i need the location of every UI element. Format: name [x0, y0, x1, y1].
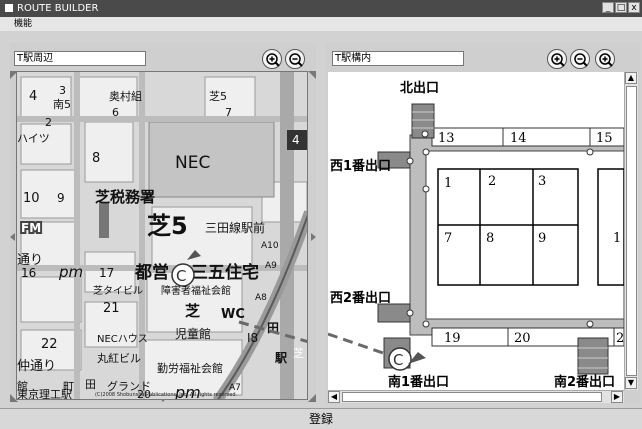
- save-button[interactable]: 登録: [0, 408, 642, 429]
- map-label: 都営: [134, 262, 169, 283]
- map-label: 駅: [274, 351, 288, 365]
- map-label: 16: [21, 266, 36, 280]
- map-label: A8: [255, 293, 267, 303]
- station-zoom-in-button[interactable]: [547, 49, 567, 69]
- cell-number: 1: [613, 231, 621, 246]
- right-location-field[interactable]: T駅構内: [332, 51, 464, 66]
- exit-label-west1: 西1番出口: [330, 158, 391, 174]
- map-label: 田: [85, 378, 96, 391]
- work-area: T駅周辺 4 3 南5 奥村組 芝5 7 6 2 ハイツ 8 NEC 10 9 …: [0, 31, 642, 408]
- cell-number: 1: [444, 176, 452, 191]
- pan-down-right-arrow: [308, 394, 316, 402]
- map-label: 児童館: [175, 326, 211, 341]
- map-label: FM: [21, 221, 41, 235]
- cell-number: 19: [444, 331, 461, 346]
- station-zoom-out-button[interactable]: [570, 49, 590, 69]
- cell-number: 9: [538, 231, 546, 246]
- station-horizontal-scrollbar[interactable]: ◀ ▶: [328, 390, 624, 403]
- minimize-button[interactable]: _: [602, 2, 614, 13]
- pan-left-arrow: [10, 233, 15, 241]
- map-view[interactable]: 4 3 南5 奥村組 芝5 7 6 2 ハイツ 8 NEC 10 9 芝税務署 …: [16, 71, 308, 400]
- station-floor-map[interactable]: 北出口 西1番出口 西2番出口 南1番出口 南2番出口 13 14 15 1 2…: [328, 72, 624, 390]
- cell-number: 3: [538, 174, 546, 189]
- map-label: 9: [57, 191, 65, 205]
- left-location-field[interactable]: T駅周辺: [14, 51, 146, 66]
- map-label: 6: [112, 106, 119, 119]
- cell-number: 2: [488, 174, 496, 189]
- map-label: 三五住宅: [191, 262, 259, 283]
- scroll-right-arrow[interactable]: ▶: [611, 391, 623, 403]
- map-label: 芝5: [209, 90, 227, 103]
- pan-up-right-arrow: [308, 71, 316, 79]
- zoom-in-icon: [266, 53, 280, 67]
- map-label: 17: [99, 266, 114, 280]
- map-label: 8: [92, 151, 100, 166]
- cell-number: 7: [444, 231, 452, 246]
- title-bar: ROUTE BUILDER _ □ x: [0, 0, 642, 17]
- exit-label-north: 北出口: [400, 80, 439, 96]
- zoom-out-icon: [574, 53, 588, 67]
- map-label: 勤労福祉会館: [157, 361, 223, 375]
- map-label: 3: [59, 84, 66, 97]
- map-label: ハイツ: [17, 132, 50, 145]
- map-label: 22: [41, 337, 58, 352]
- maximize-button[interactable]: □: [615, 2, 627, 13]
- window-title: ROUTE BUILDER: [17, 3, 99, 14]
- cell-number: 13: [438, 131, 455, 146]
- map-label: 4: [29, 89, 37, 104]
- map-label: 芝税務署: [95, 188, 155, 206]
- map-label: NECハウス: [97, 333, 148, 345]
- map-label: A10: [261, 241, 279, 251]
- scroll-up-arrow[interactable]: ▲: [625, 72, 637, 84]
- map-label: 芝: [293, 347, 304, 360]
- map-label: 東京理工駅: [17, 387, 72, 400]
- scroll-left-arrow[interactable]: ◀: [328, 391, 340, 403]
- map-label: 10: [23, 191, 40, 206]
- map-label: WC: [221, 307, 245, 322]
- map-label: 障害者福祉会館: [161, 284, 231, 297]
- cell-number: 8: [486, 231, 494, 246]
- scroll-thumb[interactable]: [342, 392, 602, 402]
- close-button[interactable]: x: [628, 2, 640, 13]
- zoom-out-icon: [289, 53, 303, 67]
- map-label: 21: [103, 301, 120, 316]
- map-label: 芝: [185, 302, 200, 320]
- map-label: 丸紅ビル: [97, 352, 141, 365]
- zoom-fit-icon: [599, 53, 613, 67]
- scroll-thumb[interactable]: [626, 86, 637, 376]
- station-vertical-scrollbar[interactable]: ▲ ▼: [624, 72, 638, 390]
- route-number-badge: 4: [292, 133, 300, 147]
- map-label: 7: [225, 106, 232, 119]
- cell-number: 20: [514, 331, 531, 346]
- map-label: 芝タイビル: [93, 284, 143, 297]
- zoom-out-button[interactable]: [285, 49, 305, 69]
- pan-right-arrow: [311, 233, 316, 241]
- app-icon: [5, 4, 13, 12]
- scroll-down-arrow[interactable]: ▼: [625, 377, 637, 389]
- cell-number: 2: [616, 331, 624, 346]
- marker-label: C: [176, 267, 186, 285]
- map-label: pm: [58, 263, 83, 281]
- map-label: 奥村組: [109, 89, 142, 103]
- map-copyright: (C)2008 Shobunsha Publications, Inc. All…: [95, 392, 238, 398]
- map-label: NEC: [175, 153, 210, 173]
- cell-number: 15: [596, 131, 613, 146]
- station-zoom-fit-button[interactable]: [595, 49, 615, 69]
- menu-bar: 機能: [0, 17, 642, 31]
- map-label: 三田線駅前: [205, 220, 265, 235]
- map-label: 仲通り: [17, 359, 56, 374]
- cell-number: 14: [510, 131, 527, 146]
- map-label: 芝5: [147, 212, 188, 240]
- map-label: 2: [45, 116, 52, 129]
- zoom-in-icon: [551, 53, 565, 67]
- map-label: I8: [247, 331, 258, 345]
- map-label: A9: [265, 261, 277, 271]
- menu-item-function[interactable]: 機能: [14, 19, 32, 29]
- zoom-in-button[interactable]: [262, 49, 282, 69]
- exit-label-west2: 西2番出口: [330, 290, 391, 306]
- map-label: 南5: [53, 98, 71, 111]
- marker-label: C: [393, 351, 403, 369]
- exit-label-south1: 南1番出口: [388, 374, 449, 390]
- exit-label-south2: 南2番出口: [554, 374, 615, 390]
